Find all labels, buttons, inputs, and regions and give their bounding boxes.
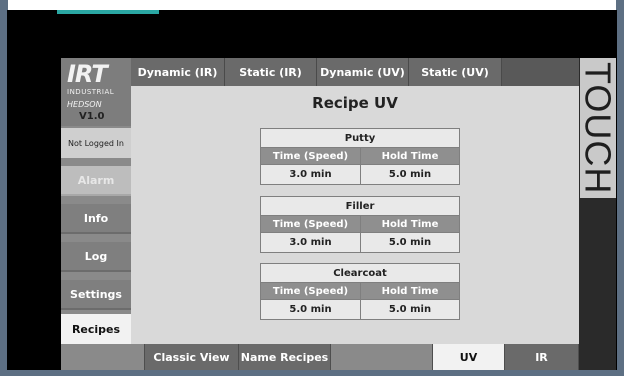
touch-brand: TOUCH bbox=[578, 58, 619, 208]
sidebar-item-alarm[interactable]: Alarm bbox=[61, 166, 131, 196]
accent-bar bbox=[57, 10, 159, 14]
bottom-nav: Classic View Name Recipes UV IR bbox=[131, 344, 579, 370]
recipe-name: Filler bbox=[345, 200, 375, 212]
time-value[interactable]: 5.0 min bbox=[261, 300, 360, 319]
sidebar-item-recipes[interactable]: Recipes bbox=[61, 314, 131, 344]
bottom-spacer bbox=[131, 344, 145, 370]
brand-logo: IRT INDUSTRIAL HEDSON V1.0 bbox=[61, 58, 131, 126]
recipe-type-tabs: Dynamic (IR) Static (IR) Dynamic (UV) St… bbox=[131, 58, 579, 86]
recipe-card-putty: Putty Time (Speed) Hold Time 3.0 min 5.0… bbox=[260, 128, 460, 185]
col-header-time: Time (Speed) bbox=[261, 148, 360, 164]
tab-dynamic-uv[interactable]: Dynamic (UV) bbox=[317, 58, 409, 86]
tab-name-recipes[interactable]: Name Recipes bbox=[239, 344, 331, 370]
recipe-name: Putty bbox=[344, 132, 376, 144]
sidebar: IRT INDUSTRIAL HEDSON V1.0 Not Logged In… bbox=[61, 58, 131, 370]
sidebar-item-info[interactable]: Info bbox=[61, 204, 131, 234]
tab-ir[interactable]: IR bbox=[505, 344, 579, 370]
device-frame-bottom bbox=[0, 370, 624, 376]
tab-classic-view[interactable]: Classic View bbox=[145, 344, 239, 370]
page-title: Recipe UV bbox=[312, 94, 398, 112]
tab-static-ir[interactable]: Static (IR) bbox=[225, 58, 317, 86]
col-header-time: Time (Speed) bbox=[261, 283, 360, 299]
time-value[interactable]: 3.0 min bbox=[261, 165, 360, 184]
sidebar-item-settings[interactable]: Settings bbox=[61, 280, 131, 310]
hold-value[interactable]: 5.0 min bbox=[361, 165, 459, 184]
version-label: V1.0 bbox=[79, 111, 105, 122]
sidebar-item-log[interactable]: Log bbox=[61, 242, 131, 272]
touch-brand-text: TOUCH bbox=[578, 58, 619, 199]
logo-partner: HEDSON bbox=[67, 100, 102, 109]
hold-value[interactable]: 5.0 min bbox=[361, 233, 459, 252]
logo-brand: IRT bbox=[67, 60, 108, 88]
col-header-hold: Hold Time bbox=[361, 283, 459, 299]
tab-static-uv[interactable]: Static (UV) bbox=[409, 58, 502, 86]
recipe-card-filler: Filler Time (Speed) Hold Time 3.0 min 5.… bbox=[260, 196, 460, 253]
col-header-hold: Hold Time bbox=[361, 148, 459, 164]
col-header-hold: Hold Time bbox=[361, 216, 459, 232]
time-value[interactable]: 3.0 min bbox=[261, 233, 360, 252]
hold-value[interactable]: 5.0 min bbox=[361, 300, 459, 319]
login-status: Not Logged In bbox=[61, 128, 131, 158]
tab-blank bbox=[331, 344, 433, 370]
tab-uv[interactable]: UV bbox=[433, 344, 505, 370]
recipe-name: Clearcoat bbox=[333, 267, 387, 279]
col-header-time: Time (Speed) bbox=[261, 216, 360, 232]
hmi-screen: IRT INDUSTRIAL HEDSON V1.0 Not Logged In… bbox=[61, 58, 579, 370]
recipe-panel: Recipe UV Putty Time (Speed) Hold Time 3… bbox=[131, 86, 579, 344]
logo-subtitle: INDUSTRIAL bbox=[67, 88, 115, 96]
tab-dynamic-ir[interactable]: Dynamic (IR) bbox=[131, 58, 225, 86]
recipe-card-clearcoat: Clearcoat Time (Speed) Hold Time 5.0 min… bbox=[260, 263, 460, 320]
